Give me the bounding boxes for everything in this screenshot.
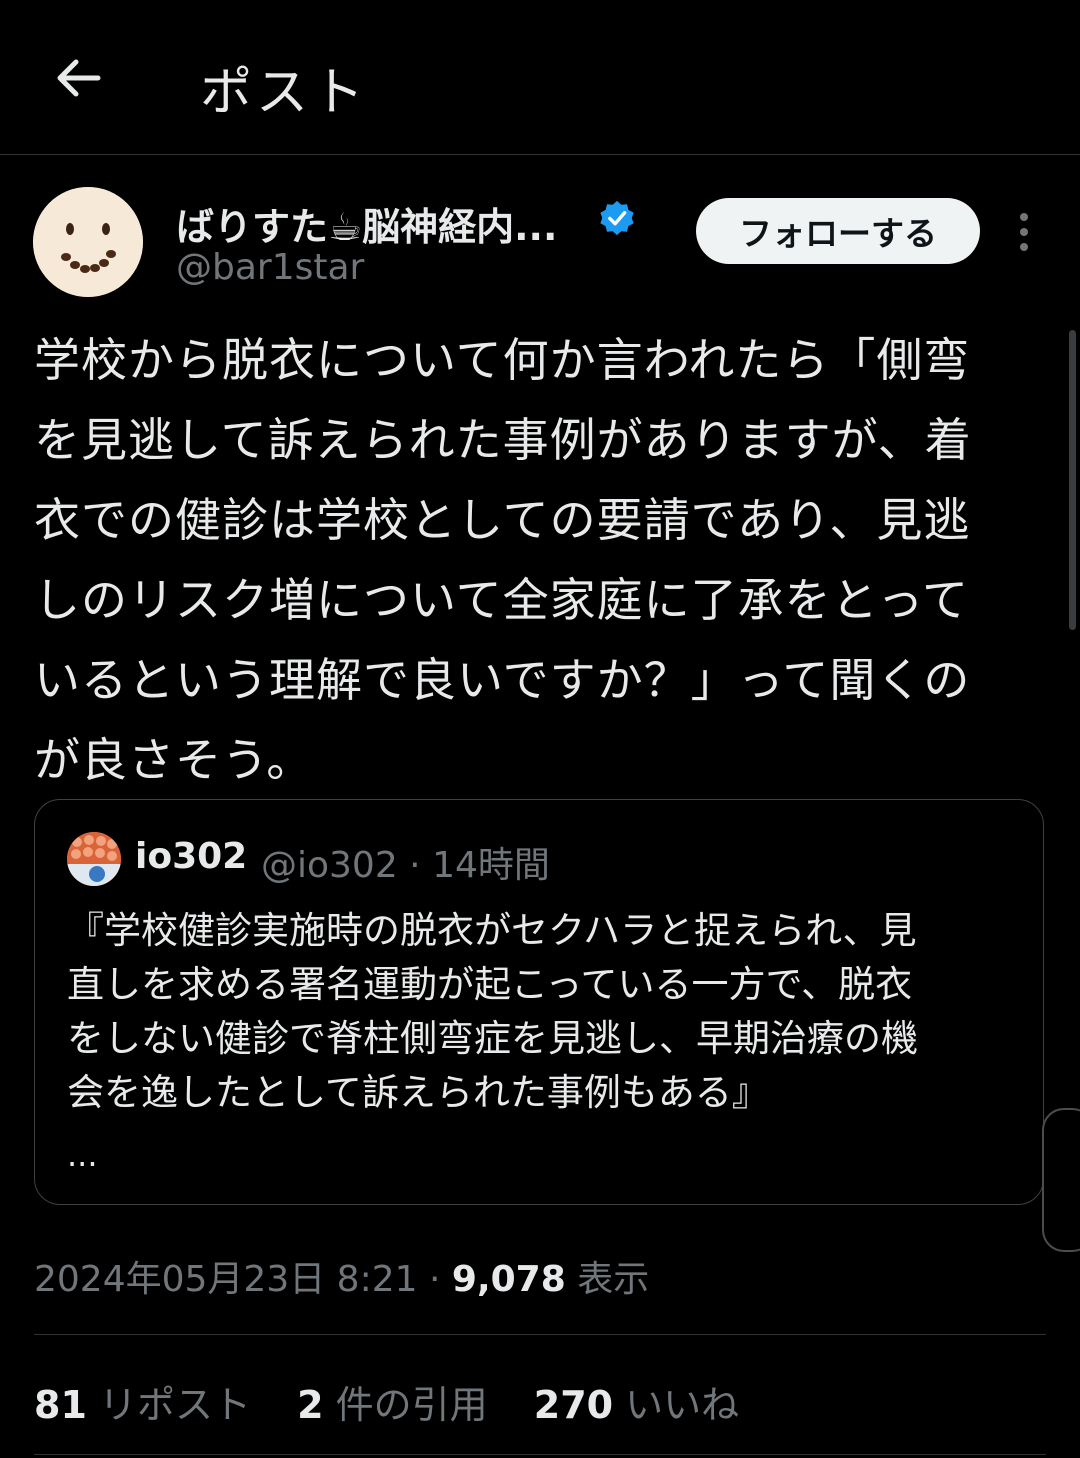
post-timestamp-row: 2024年05月23日 8:21 · 9,078 表示 <box>34 1250 649 1302</box>
reposts-stat[interactable]: 81 リポスト <box>34 1383 251 1427</box>
quoted-author-name: io302 <box>135 836 248 877</box>
top-bar: ポスト <box>0 0 1080 155</box>
divider <box>34 1334 1046 1335</box>
arrow-left-icon <box>57 59 101 97</box>
quote-line: 会を逸したとして訴えられた事例もある』 <box>67 1071 769 1114</box>
views-label: 表示 <box>577 1259 650 1300</box>
author-handle[interactable]: @bar1star <box>176 247 364 288</box>
back-button[interactable] <box>50 50 106 106</box>
quoted-post-card[interactable]: io302 @io302 · 14時間 『学校健診実施時の脱衣がセクハラと捉えら… <box>34 799 1044 1205</box>
post-body: 学校から脱衣について何か言われたら「側弯 を見逃して訴えられた事例がありますが、… <box>34 320 1044 800</box>
quotes-stat[interactable]: 2 件の引用 <box>297 1383 488 1427</box>
engagement-stats: 81 リポスト 2 件の引用 270 いいね <box>34 1374 773 1429</box>
post-line: 衣での健診は学校としての要請であり、見逃 <box>34 493 971 547</box>
more-options-icon[interactable] <box>1012 210 1036 254</box>
post-line: が良さそう。 <box>34 733 314 787</box>
quotes-label: 件の引用 <box>335 1383 488 1427</box>
author-avatar[interactable] <box>33 187 143 297</box>
quote-line: をしない健診で脊柱側弯症を見逃し、早期治療の機 <box>67 1017 918 1060</box>
quoted-avatar-image <box>67 832 121 886</box>
follow-button[interactable]: フォローする <box>696 198 980 264</box>
smiley-avatar-image <box>33 187 143 297</box>
meta-separator: · <box>428 1259 441 1300</box>
verified-badge-icon <box>600 200 634 236</box>
post-datetime[interactable]: 2024年05月23日 8:21 <box>34 1259 418 1300</box>
author-name[interactable]: ばりすた☕脳神経内... <box>176 196 557 251</box>
post-line: 学校から脱衣について何か言われたら「側弯 <box>34 333 971 387</box>
post-line: いるという理解で良いですか？」って聞くの <box>34 653 971 707</box>
side-edge-handle[interactable] <box>1042 1108 1080 1252</box>
quote-line: 『学校健診実施時の脱衣がセクハラと捉えられ、見 <box>67 909 917 952</box>
likes-stat[interactable]: 270 いいね <box>534 1383 739 1427</box>
divider <box>34 1454 1046 1455</box>
reposts-count: 81 <box>34 1383 87 1427</box>
post-line: しのリスク増について全家庭に了承をとって <box>34 573 969 627</box>
quotes-count: 2 <box>297 1383 324 1427</box>
page-title: ポスト <box>200 63 369 123</box>
quoted-author-avatar <box>67 832 121 886</box>
quoted-post-body: 『学校健診実施時の脱衣がセクハラと捉えられ、見 直しを求める署名運動が起こってい… <box>67 904 1017 1120</box>
likes-count: 270 <box>533 1383 614 1427</box>
views-count: 9,078 <box>451 1259 566 1300</box>
likes-label: いいね <box>625 1383 740 1427</box>
quote-line: 直しを求める署名運動が起こっている一方で、脱衣 <box>67 963 913 1006</box>
quoted-author-meta: @io302 · 14時間 <box>261 845 550 886</box>
reposts-label: リポスト <box>98 1383 251 1427</box>
post-line: を見逃して訴えられた事例がありますが、着 <box>34 413 972 467</box>
scrollbar-thumb[interactable] <box>1069 330 1076 630</box>
quote-ellipsis: ... <box>67 1136 98 1174</box>
